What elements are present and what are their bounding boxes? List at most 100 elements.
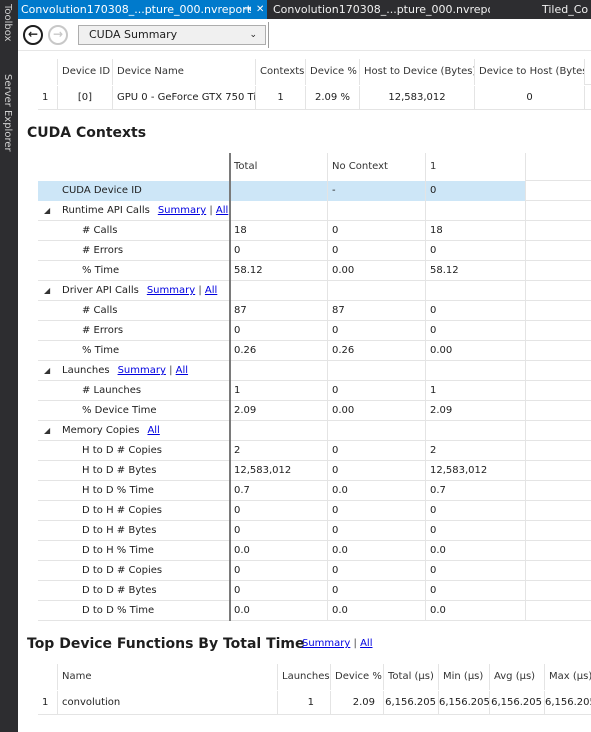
value-cell — [230, 181, 328, 201]
summary-link[interactable]: Summary — [158, 205, 206, 216]
table-row[interactable]: 1 convolution 1 2.09 6,156.205 6,156.205… — [38, 691, 591, 715]
value-cell: 0 — [426, 301, 526, 321]
pin-icon[interactable]: ⇥ — [243, 0, 251, 19]
value-cell: 0 — [230, 561, 328, 581]
column-header[interactable]: Name — [58, 664, 278, 690]
column-header[interactable]: Launches — [278, 664, 331, 690]
toolbox-tab[interactable]: Toolbox — [2, 4, 13, 42]
group-label: Driver API Calls — [62, 285, 139, 296]
column-header[interactable]: Avg (µs) — [490, 664, 545, 690]
value-cell: 0 — [328, 381, 426, 401]
view-select[interactable]: CUDA Summary ⌄ — [78, 25, 266, 45]
collapse-triangle-icon[interactable]: ◢ — [44, 201, 54, 221]
table-row[interactable]: # Calls 87 87 0 — [38, 301, 591, 321]
all-link[interactable]: All — [360, 638, 372, 649]
value-cell: 58.12 — [230, 261, 328, 281]
group-row[interactable]: ◢ Launches Summary | All — [38, 361, 591, 381]
column-header[interactable]: No Context — [328, 153, 426, 181]
all-link[interactable]: All — [176, 365, 188, 376]
value-cell: 0 — [426, 521, 526, 541]
row-label-cell: D to H # Copies — [38, 501, 230, 521]
table-row[interactable]: H to D # Copies 2 0 2 — [38, 441, 591, 461]
column-header[interactable]: 1 — [426, 153, 526, 181]
collapse-triangle-icon[interactable]: ◢ — [44, 361, 54, 381]
column-header[interactable]: Min (µs) — [439, 664, 490, 690]
back-button[interactable]: ← — [23, 25, 43, 45]
all-link[interactable]: All — [205, 285, 217, 296]
close-icon[interactable]: ✕ — [256, 0, 264, 19]
tab-report-1[interactable]: Convolution170308_...pture_000.nvreport … — [18, 0, 267, 19]
column-header[interactable]: Device % — [306, 59, 360, 85]
value-cell — [230, 281, 328, 301]
value-cell: 0.00 — [328, 261, 426, 281]
value-cell: 87 — [230, 301, 328, 321]
table-row[interactable]: # Errors 0 0 0 — [38, 321, 591, 341]
device-percent-cell: 2.09 — [331, 691, 384, 715]
group-row[interactable]: ◢ Runtime API Calls Summary | All — [38, 201, 591, 221]
device-id-cell: [0] — [58, 86, 113, 110]
table-row[interactable]: D to D % Time 0.0 0.0 0.0 — [38, 601, 591, 621]
column-header[interactable]: Total — [230, 153, 328, 181]
collapse-triangle-icon[interactable]: ◢ — [44, 281, 54, 301]
row-label-cell: H to D # Copies — [38, 441, 230, 461]
device-to-host-cell: 0 — [475, 86, 585, 110]
summary-link[interactable]: Summary — [147, 285, 195, 296]
value-cell: 0.0 — [328, 541, 426, 561]
summary-link[interactable]: Summary — [302, 638, 350, 649]
table-row[interactable]: D to H % Time 0.0 0.0 0.0 — [38, 541, 591, 561]
all-link[interactable]: All — [216, 205, 228, 216]
table-row[interactable]: H to D # Bytes 12,583,012 0 12,583,012 — [38, 461, 591, 481]
column-header[interactable]: Contexts — [256, 59, 306, 85]
group-label: Memory Copies — [62, 425, 140, 436]
row-label-cell: # Errors — [38, 321, 230, 341]
tab-tiled[interactable]: Tiled_Co — [539, 0, 591, 19]
row-number: 1 — [38, 86, 58, 110]
table-row[interactable]: H to D % Time 0.7 0.0 0.7 — [38, 481, 591, 501]
value-cell: 0.0 — [230, 601, 328, 621]
value-cell: 12,583,012 — [230, 461, 328, 481]
row-label-cell: # Launches — [38, 381, 230, 401]
device-name-cell: GPU 0 - GeForce GTX 750 Ti — [113, 86, 256, 110]
group-row[interactable]: ◢ Memory Copies All — [38, 421, 591, 441]
top-functions-links: Summary | All — [302, 638, 373, 649]
column-header[interactable]: Device to Host (Bytes) — [475, 59, 585, 85]
row-label-cell: D to H # Bytes — [38, 521, 230, 541]
min-cell: 6,156.205 — [439, 691, 490, 715]
row-label-cell: # Errors — [38, 241, 230, 261]
column-header[interactable]: Host to Device (Bytes) — [360, 59, 475, 85]
table-row[interactable]: # Launches 1 0 1 — [38, 381, 591, 401]
table-row[interactable]: # Errors 0 0 0 — [38, 241, 591, 261]
server-explorer-tab[interactable]: Server Explorer — [2, 74, 13, 152]
table-row[interactable]: % Time 0.26 0.26 0.00 — [38, 341, 591, 361]
max-cell: 6,156.205 — [545, 691, 591, 715]
all-link[interactable]: All — [147, 425, 159, 436]
chevron-down-icon: ⌄ — [249, 30, 257, 40]
column-header[interactable]: Max (µs) — [545, 664, 591, 690]
column-header[interactable]: Device ID — [58, 59, 113, 85]
table-row[interactable]: 1 [0] GPU 0 - GeForce GTX 750 Ti 1 2.09 … — [38, 86, 591, 110]
value-cell: 0.0 — [328, 481, 426, 501]
table-row[interactable]: D to D # Copies 0 0 0 — [38, 561, 591, 581]
table-row[interactable]: D to H # Copies 0 0 0 — [38, 501, 591, 521]
summary-link[interactable]: Summary — [118, 365, 166, 376]
column-header[interactable]: Device Name — [113, 59, 256, 85]
tab-label: Convolution170308_...pture_000.nvreport — [273, 3, 490, 16]
table-row[interactable]: % Device Time 2.09 0.00 2.09 — [38, 401, 591, 421]
table-row[interactable]: # Calls 18 0 18 — [38, 221, 591, 241]
document-tab-bar: Convolution170308_...pture_000.nvreport … — [18, 0, 591, 19]
tab-report-2[interactable]: Convolution170308_...pture_000.nvreport — [270, 0, 490, 19]
value-cell: 0 — [230, 581, 328, 601]
table-row[interactable]: CUDA Device ID -0 — [38, 181, 591, 201]
group-row[interactable]: ◢ Driver API Calls Summary | All — [38, 281, 591, 301]
forward-button[interactable]: → — [48, 25, 68, 45]
row-label-cell: D to H % Time — [38, 541, 230, 561]
table-row[interactable]: D to D # Bytes 0 0 0 — [38, 581, 591, 601]
column-header[interactable]: Total (µs) — [384, 664, 439, 690]
table-row[interactable]: D to H # Bytes 0 0 0 — [38, 521, 591, 541]
collapse-triangle-icon[interactable]: ◢ — [44, 421, 54, 441]
value-cell: 0 — [230, 521, 328, 541]
table-row[interactable]: % Time 58.12 0.00 58.12 — [38, 261, 591, 281]
group-links: Summary | All — [157, 205, 229, 216]
value-cell: 0 — [426, 241, 526, 261]
column-header[interactable]: Device % — [331, 664, 384, 690]
